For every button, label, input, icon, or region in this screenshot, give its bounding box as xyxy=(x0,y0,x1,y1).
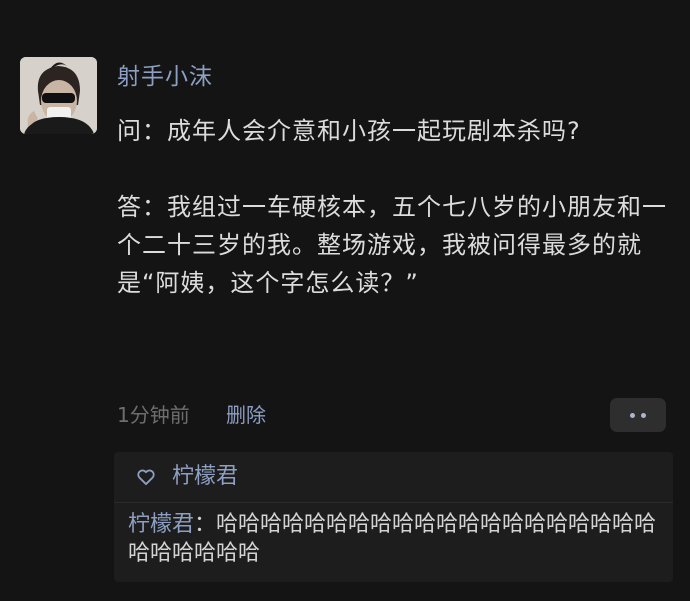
post-time: 1分钟前 xyxy=(117,403,190,427)
heart-outline-icon xyxy=(137,469,155,485)
more-button[interactable] xyxy=(610,398,666,432)
avatar-photo xyxy=(20,57,97,134)
comment-item[interactable]: 柠檬君：哈哈哈哈哈哈哈哈哈哈哈哈哈哈哈哈哈哈哈哈哈哈哈哈哈哈 xyxy=(128,510,668,568)
comment-separator: ： xyxy=(194,512,217,537)
post-body: 问：成年人会介意和小孩一起玩剧本杀吗? 答：我组过一车硬核本，五个七八岁的小朋友… xyxy=(117,112,673,302)
interaction-panel: 柠檬君 柠檬君：哈哈哈哈哈哈哈哈哈哈哈哈哈哈哈哈哈哈哈哈哈哈哈哈哈哈 xyxy=(114,452,673,582)
more-dots-icon xyxy=(641,413,646,418)
like-row: 柠檬君 xyxy=(114,452,673,503)
avatar[interactable] xyxy=(20,57,97,134)
post-answer: 答：我组过一车硬核本，五个七八岁的小朋友和一个二十三岁的我。整场游戏，我被问得最… xyxy=(117,193,667,297)
more-dots-icon xyxy=(630,413,635,418)
post-question: 问：成年人会介意和小孩一起玩剧本杀吗? xyxy=(117,117,581,145)
username[interactable]: 射手小沫 xyxy=(117,60,213,94)
comment-author[interactable]: 柠檬君 xyxy=(128,512,194,537)
delete-button[interactable]: 删除 xyxy=(226,400,266,430)
liker-name[interactable]: 柠檬君 xyxy=(172,460,238,494)
